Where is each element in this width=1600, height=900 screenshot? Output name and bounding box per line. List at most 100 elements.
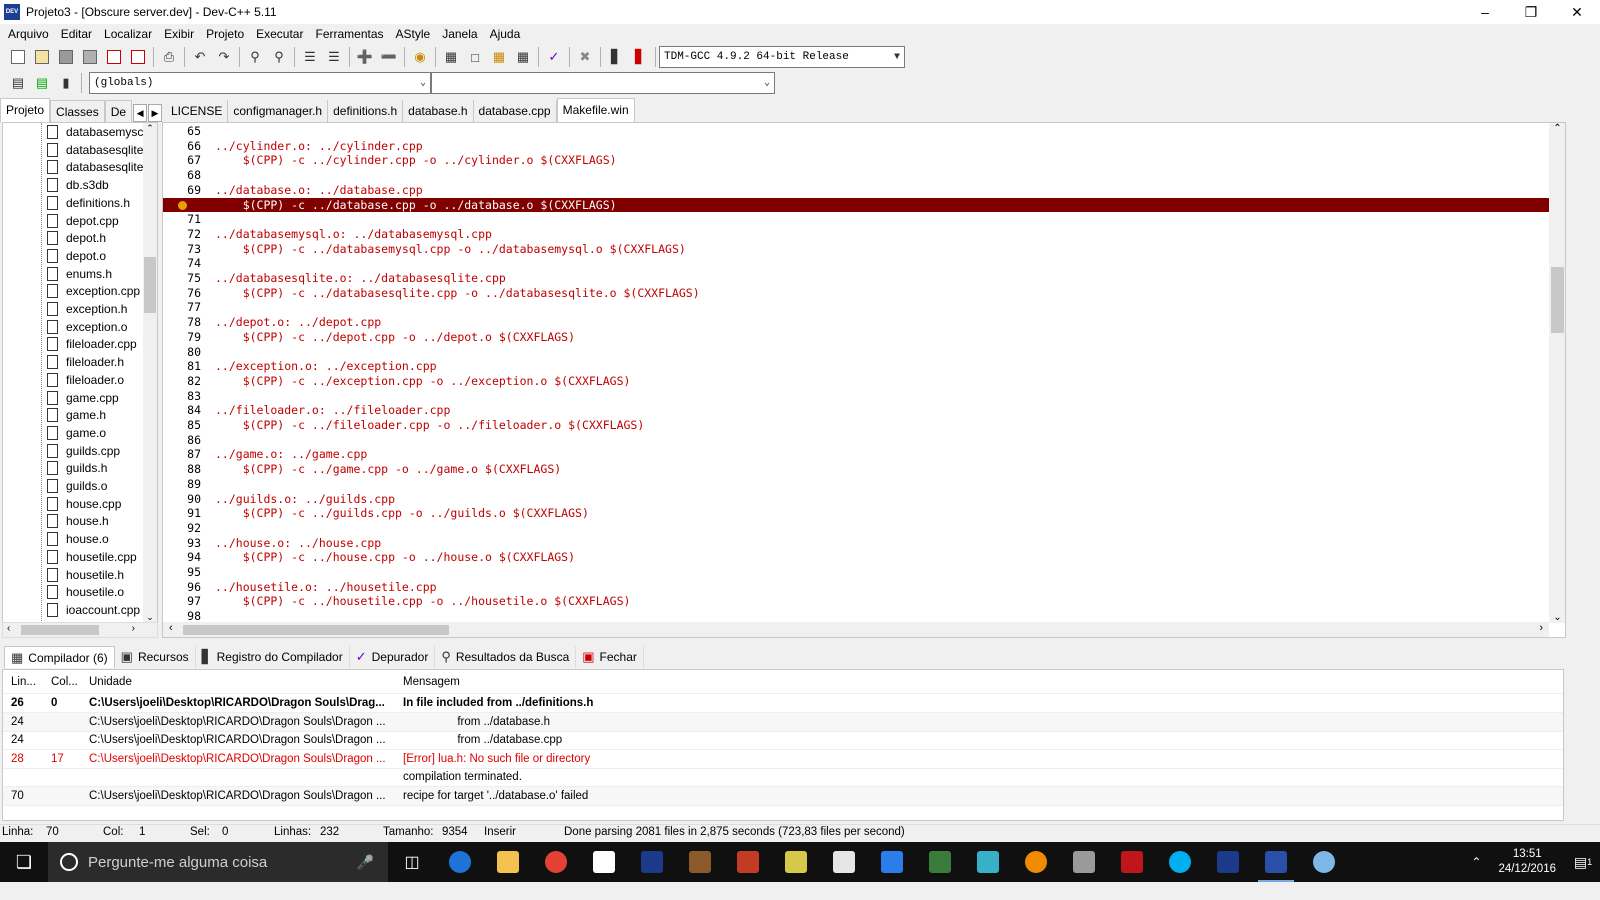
tab-resultados-busca[interactable]: ⚲ Resultados da Busca [435, 646, 577, 668]
game-app-icon[interactable] [724, 842, 772, 882]
remove-from-project-icon[interactable]: ➖ [378, 46, 400, 68]
code-editor[interactable]: 65 66 ../cylinder.o: ../cylinder.cpp 67 $(C… [162, 122, 1566, 638]
close-file-icon[interactable] [103, 46, 125, 68]
code-line[interactable]: 71 [163, 212, 1551, 227]
tab-recursos[interactable]: ▣ Recursos [115, 646, 196, 668]
menu-janela[interactable]: Janela [436, 24, 483, 44]
undo-icon[interactable]: ↶ [189, 46, 211, 68]
tab-database-h[interactable]: database.h [403, 100, 474, 122]
editor-vertical-scrollbar[interactable]: ⌃ ⌄ [1549, 123, 1565, 623]
menu-arquivo[interactable]: Arquivo [2, 24, 55, 44]
code-line[interactable]: 82 $(CPP) -c ../exception.cpp -o ../exce… [163, 374, 1551, 389]
code-line[interactable]: 80 [163, 345, 1551, 360]
menu-localizar[interactable]: Localizar [98, 24, 158, 44]
editor-scroll-thumb[interactable] [1551, 267, 1564, 333]
code-line[interactable]: 67 $(CPP) -c ../cylinder.cpp -o ../cylin… [163, 153, 1551, 168]
tree-file-item[interactable]: fileloader.h [47, 353, 124, 371]
editor-horizontal-scrollbar[interactable]: ‹ › [163, 622, 1549, 637]
tree-vertical-scrollbar[interactable]: ⌃ ⌄ [143, 123, 157, 623]
indent-icon[interactable]: ☰ [299, 46, 321, 68]
game-app-icon[interactable] [676, 842, 724, 882]
new-file-icon[interactable] [7, 46, 29, 68]
chrome-icon[interactable] [532, 842, 580, 882]
skype-icon[interactable] [1156, 842, 1204, 882]
code-line[interactable]: 83 [163, 389, 1551, 404]
code-line[interactable]: 97 $(CPP) -c ../housetile.cpp -o ../hous… [163, 594, 1551, 609]
clock[interactable]: 13:51 24/12/2016 [1488, 847, 1566, 877]
tree-file-item[interactable]: house.h [47, 512, 109, 530]
code-line[interactable]: 96 ../housetile.o: ../housetile.cpp [163, 580, 1551, 595]
code-line[interactable]: 87 ../game.o: ../game.cpp [163, 447, 1551, 462]
code-line[interactable]: 76 $(CPP) -c ../databasesqlite.cpp -o ..… [163, 286, 1551, 301]
tab-makefile-win[interactable]: Makefile.win [556, 98, 635, 122]
menu-executar[interactable]: Executar [250, 24, 309, 44]
tree-file-item[interactable]: house.cpp [47, 495, 121, 513]
tree-file-item[interactable]: definitions.h [47, 194, 130, 212]
close-button[interactable]: ✕ [1554, 0, 1600, 24]
tree-file-item[interactable]: depot.h [47, 229, 106, 247]
tab-configmanager-h[interactable]: configmanager.h [228, 100, 329, 122]
tree-file-item[interactable]: housetile.o [47, 583, 124, 601]
tab-classes[interactable]: Classes [50, 100, 105, 122]
code-line[interactable]: 85 $(CPP) -c ../fileloader.cpp -o ../fil… [163, 418, 1551, 433]
tree-file-item[interactable]: databasesqlite [47, 158, 143, 176]
tree-file-item[interactable]: enums.h [47, 265, 112, 283]
maximize-button[interactable]: ❐ [1508, 0, 1554, 24]
rebuild-icon[interactable]: ▦ [512, 46, 534, 68]
syntax-check-icon[interactable]: ✓ [543, 46, 565, 68]
scroll-left-icon[interactable]: ‹ [7, 623, 10, 634]
column-header-message[interactable]: Mensagem [403, 670, 1303, 694]
editor-hscroll-thumb[interactable] [183, 625, 449, 635]
code-line[interactable]: 93 ../house.o: ../house.cpp [163, 536, 1551, 551]
symbol-select[interactable]: ⌄ [431, 72, 775, 94]
tab-definitions-h[interactable]: definitions.h [328, 100, 404, 122]
tree-file-item[interactable]: fileloader.cpp [47, 335, 137, 353]
tree-file-item[interactable]: exception.cpp [47, 282, 140, 300]
tab-license[interactable]: LICENSE [166, 100, 229, 122]
column-header-unit[interactable]: Unidade [89, 670, 399, 694]
tree-scroll-thumb[interactable] [144, 257, 156, 313]
insert-icon[interactable]: ▤ [7, 72, 29, 94]
game-app-icon[interactable] [772, 842, 820, 882]
scroll-down-icon[interactable]: ⌄ [1549, 612, 1565, 623]
minimize-button[interactable]: – [1462, 0, 1508, 24]
tree-file-item[interactable]: housetile.h [47, 566, 124, 584]
code-line[interactable]: 92 [163, 521, 1551, 536]
tree-horizontal-scrollbar[interactable]: ‹ › [2, 622, 158, 638]
tab-scroll-left-icon[interactable]: ◀ [133, 104, 148, 122]
tree-file-item[interactable]: exception.h [47, 300, 127, 318]
cortana-search-box[interactable]: Pergunte-me alguma coisa 🎤 [48, 842, 388, 882]
tree-file-item[interactable]: depot.cpp [47, 212, 119, 230]
scope-select[interactable]: (globals) ⌄ [89, 72, 431, 94]
code-line[interactable]: 68 [163, 168, 1551, 183]
code-line[interactable]: 65 [163, 124, 1551, 139]
code-line[interactable]: 73 $(CPP) -c ../databasemysql.cpp -o ../… [163, 242, 1551, 257]
open-file-icon[interactable] [31, 46, 53, 68]
compiler-select[interactable]: TDM-GCC 4.9.2 64-bit Release ▼ [659, 46, 905, 68]
devcpp-taskbar-icon[interactable] [1252, 842, 1300, 882]
tree-hscroll-thumb[interactable] [21, 625, 99, 635]
code-line[interactable]: 78 ../depot.o: ../depot.cpp [163, 315, 1551, 330]
column-header-line[interactable]: Lin... [11, 670, 49, 694]
table-row[interactable]: 70 C:\Users\joeli\Desktop\RICARDO\Dragon … [3, 786, 1563, 806]
save-icon[interactable] [55, 46, 77, 68]
tree-file-item[interactable]: databasemysc [47, 123, 143, 141]
table-row[interactable]: compilation terminated. [3, 768, 1563, 787]
table-row[interactable]: 24 C:\Users\joeli\Desktop\RICARDO\Dragon … [3, 712, 1563, 732]
column-header-col[interactable]: Col... [51, 670, 89, 694]
code-line[interactable]: 91 $(CPP) -c ../guilds.cpp -o ../guilds.… [163, 506, 1551, 521]
tree-file-item[interactable]: game.o [47, 424, 106, 442]
menu-exibir[interactable]: Exibir [158, 24, 200, 44]
tree-file-item[interactable]: exception.o [47, 318, 127, 336]
print-icon[interactable]: ⎙ [158, 46, 180, 68]
paint-icon[interactable] [1300, 842, 1348, 882]
table-row[interactable]: 28 17 C:\Users\joeli\Desktop\RICARDO\Drago… [3, 750, 1563, 769]
save-all-icon[interactable] [79, 46, 101, 68]
notification-center-icon[interactable]: ▤ 1 [1566, 842, 1600, 882]
run-icon[interactable]: □ [464, 46, 486, 68]
game-app-icon[interactable] [916, 842, 964, 882]
menu-editar[interactable]: Editar [55, 24, 98, 44]
windows-start-icon[interactable]: ❏ [0, 842, 48, 882]
find-icon[interactable]: ⚲ [244, 46, 266, 68]
menu-ferramentas[interactable]: Ferramentas [309, 24, 389, 44]
